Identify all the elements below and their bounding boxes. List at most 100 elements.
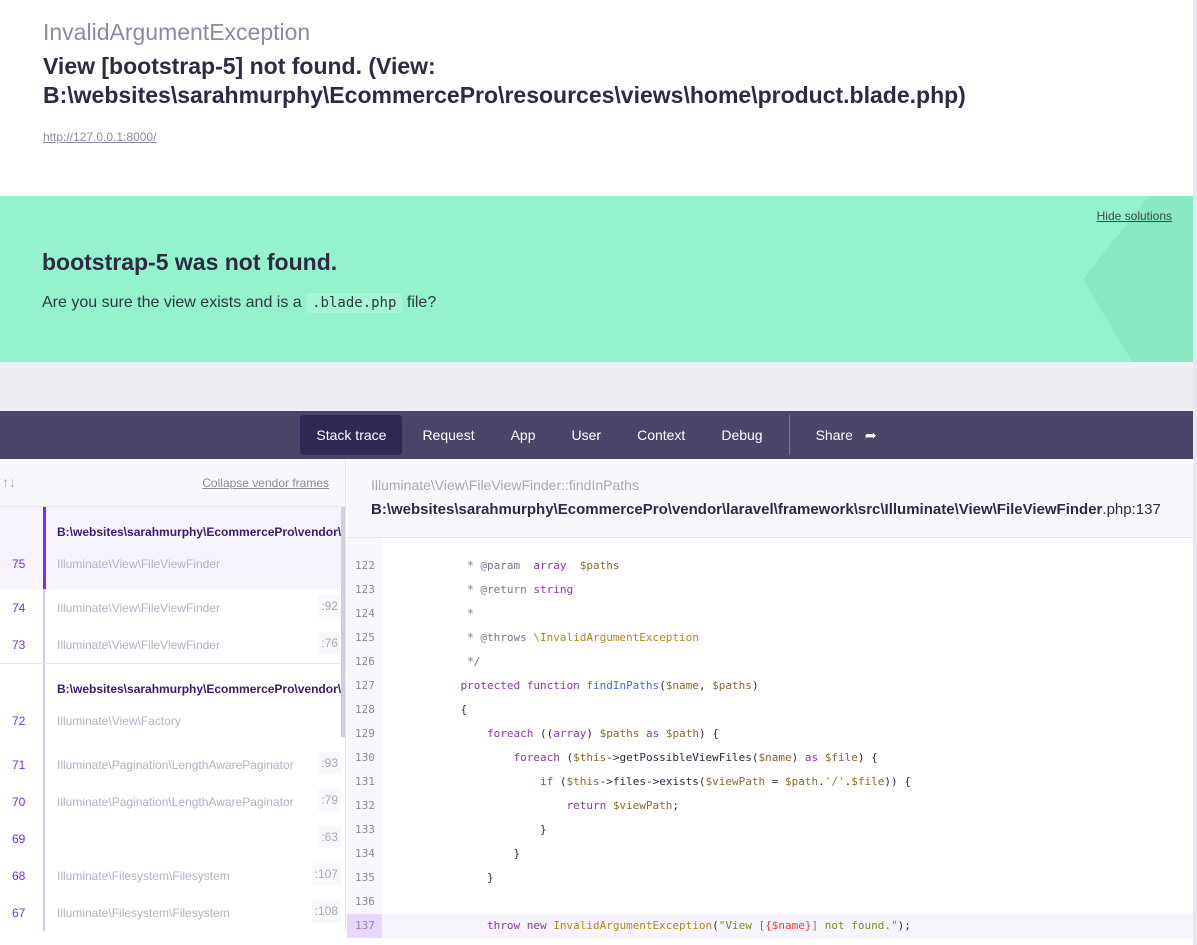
code-token: "View [ bbox=[718, 919, 766, 932]
frame-file-path[interactable]: B:\websites\sarahmurphy\EcommercePro\ven… bbox=[371, 501, 1169, 518]
line-number: 129 bbox=[347, 722, 382, 746]
code-line[interactable]: 123 * @return string bbox=[347, 578, 1193, 602]
code-line[interactable]: 124 * bbox=[347, 602, 1193, 626]
code-line[interactable]: 137 throw new InvalidArgumentException("… bbox=[347, 914, 1193, 938]
code-line[interactable]: 133 } bbox=[347, 818, 1193, 842]
collapse-vendor-frames-link[interactable]: Collapse vendor frames bbox=[202, 476, 329, 490]
code-line[interactable]: 127 protected function findInPaths($name… bbox=[347, 674, 1193, 698]
code-line[interactable]: 128 { bbox=[347, 698, 1193, 722]
tab-debug[interactable]: Debug bbox=[705, 415, 778, 455]
stack-frame[interactable]: 71 Illuminate\Pagination\LengthAwarePagin… bbox=[0, 746, 345, 783]
line-code: protected function findInPaths($name, $p… bbox=[382, 674, 759, 698]
tab-request[interactable]: Request bbox=[406, 415, 490, 455]
code-token: = bbox=[765, 775, 786, 788]
code-token: InvalidArgumentException bbox=[553, 919, 713, 932]
code-line[interactable]: 122 * @param array $paths bbox=[347, 554, 1193, 578]
stack-frame[interactable]: 69:63 bbox=[0, 820, 345, 857]
code-line[interactable]: 129 foreach ((array) $paths as $path) { bbox=[347, 722, 1193, 746]
line-code: if ($this->files->exists($viewPath = $pa… bbox=[382, 770, 911, 794]
stack-frame[interactable]: 73 Illuminate\View\FileViewFinder:76 bbox=[0, 626, 345, 663]
frame-number: 74 bbox=[12, 601, 26, 615]
stack-frame[interactable]: 74 Illuminate\View\FileViewFinder:92 bbox=[0, 589, 345, 626]
stack-frame[interactable]: 67 Illuminate\Filesystem\Filesystem:108 bbox=[0, 894, 345, 931]
frame-nav-arrows-icon[interactable]: ↑↓ bbox=[2, 474, 16, 490]
frame-indicator bbox=[43, 820, 45, 857]
code-token: $viewPath bbox=[612, 799, 673, 812]
page-scrollbar[interactable] bbox=[1193, 0, 1197, 945]
line-code: */ bbox=[382, 650, 480, 674]
frame-indicator bbox=[43, 894, 45, 931]
line-number: 123 bbox=[347, 578, 382, 602]
frame-group-path: B:\websites\sarahmurphy\EcommercePro\ven… bbox=[57, 682, 342, 696]
frame-indicator bbox=[43, 857, 45, 894]
frame-class: Illuminate\View\FileViewFinder bbox=[57, 638, 220, 652]
share-button[interactable]: Share ➦ bbox=[800, 415, 893, 456]
solution-text-after: file? bbox=[402, 294, 437, 311]
code-token: */ bbox=[434, 655, 481, 668]
code-token: return bbox=[434, 799, 613, 812]
code-token: $path bbox=[665, 727, 699, 740]
line-code: } bbox=[382, 818, 547, 842]
code-token: string bbox=[533, 583, 574, 596]
code-token: $paths bbox=[599, 727, 640, 740]
code-line[interactable]: 134 } bbox=[347, 842, 1193, 866]
code-token: ) { bbox=[698, 727, 719, 740]
hide-solutions-link[interactable]: Hide solutions bbox=[1097, 209, 1172, 223]
frames-scrollbar[interactable] bbox=[341, 507, 345, 737]
solution-code: .blade.php bbox=[306, 293, 403, 313]
code-line[interactable]: 130 foreach ($this->getPossibleViewFiles… bbox=[347, 746, 1193, 770]
request-url-link[interactable]: http://127.0.0.1:8000/ bbox=[43, 130, 156, 144]
code-line[interactable]: 135 } bbox=[347, 866, 1193, 890]
frame-number: 73 bbox=[12, 638, 26, 652]
code-header: Illuminate\View\FileViewFinder::findInPa… bbox=[347, 459, 1193, 538]
code-token: foreach bbox=[434, 727, 540, 740]
code-line[interactable]: 132 return $viewPath; bbox=[347, 794, 1193, 818]
line-number: 126 bbox=[347, 650, 382, 674]
line-number: 131 bbox=[347, 770, 382, 794]
code-token: )) { bbox=[884, 775, 911, 788]
code-token: $file bbox=[851, 775, 885, 788]
tab-stack-trace[interactable]: Stack trace bbox=[300, 415, 403, 455]
frame-class: Illuminate\View\FileViewFinder bbox=[57, 601, 220, 615]
frame-line-number: :107 bbox=[311, 863, 341, 885]
code-token: ->getPossibleViewFiles( bbox=[606, 751, 759, 764]
share-arrow-icon: ➦ bbox=[864, 426, 877, 443]
stack-frame[interactable]: B:\websites\sarahmurphy\EcommercePro\ven… bbox=[0, 507, 345, 589]
code-token: $name bbox=[665, 679, 699, 692]
code-top-padding bbox=[347, 538, 1193, 554]
tab-user[interactable]: User bbox=[556, 415, 618, 455]
code-line[interactable]: 136 bbox=[347, 890, 1193, 914]
frames-list: B:\websites\sarahmurphy\EcommercePro\ven… bbox=[0, 507, 345, 931]
exception-class: InvalidArgumentException bbox=[43, 19, 311, 45]
stack-frames-panel: ↑↓ Collapse vendor frames B:\websites\sa… bbox=[0, 459, 346, 931]
code-token: $name bbox=[758, 751, 792, 764]
stack-frame[interactable]: B:\websites\sarahmurphy\EcommercePro\ven… bbox=[0, 664, 345, 746]
code-token: ; bbox=[672, 799, 680, 812]
code-token: '/' bbox=[824, 775, 845, 788]
code-token: ) bbox=[751, 679, 759, 692]
line-number: 130 bbox=[347, 746, 382, 770]
code-token: { bbox=[434, 703, 468, 716]
frame-indicator bbox=[43, 589, 45, 626]
line-code: } bbox=[382, 842, 520, 866]
code-token: } bbox=[434, 871, 494, 884]
code-token: $path bbox=[785, 775, 819, 788]
frame-class: Illuminate\Filesystem\Filesystem bbox=[57, 869, 230, 883]
code-token: protected function bbox=[434, 679, 587, 692]
tab-app[interactable]: App bbox=[495, 415, 552, 455]
code-token: foreach bbox=[434, 751, 567, 764]
code-token: array bbox=[533, 559, 567, 572]
code-line[interactable]: 131 if ($this->files->exists($viewPath =… bbox=[347, 770, 1193, 794]
line-number: 128 bbox=[347, 698, 382, 722]
code-token: ( bbox=[659, 679, 666, 692]
code-line[interactable]: 126 */ bbox=[347, 650, 1193, 674]
tab-context[interactable]: Context bbox=[621, 415, 701, 455]
stack-frame[interactable]: 68 Illuminate\Filesystem\Filesystem:107 bbox=[0, 857, 345, 894]
code-token: . bbox=[818, 775, 825, 788]
stack-frame[interactable]: 70 Illuminate\Pagination\LengthAwarePagin… bbox=[0, 783, 345, 820]
code-token: $file bbox=[824, 751, 858, 764]
file-line: .php:137 bbox=[1102, 501, 1161, 518]
code-line[interactable]: 125 * @throws \InvalidArgumentException bbox=[347, 626, 1193, 650]
code-token: ) bbox=[586, 727, 600, 740]
